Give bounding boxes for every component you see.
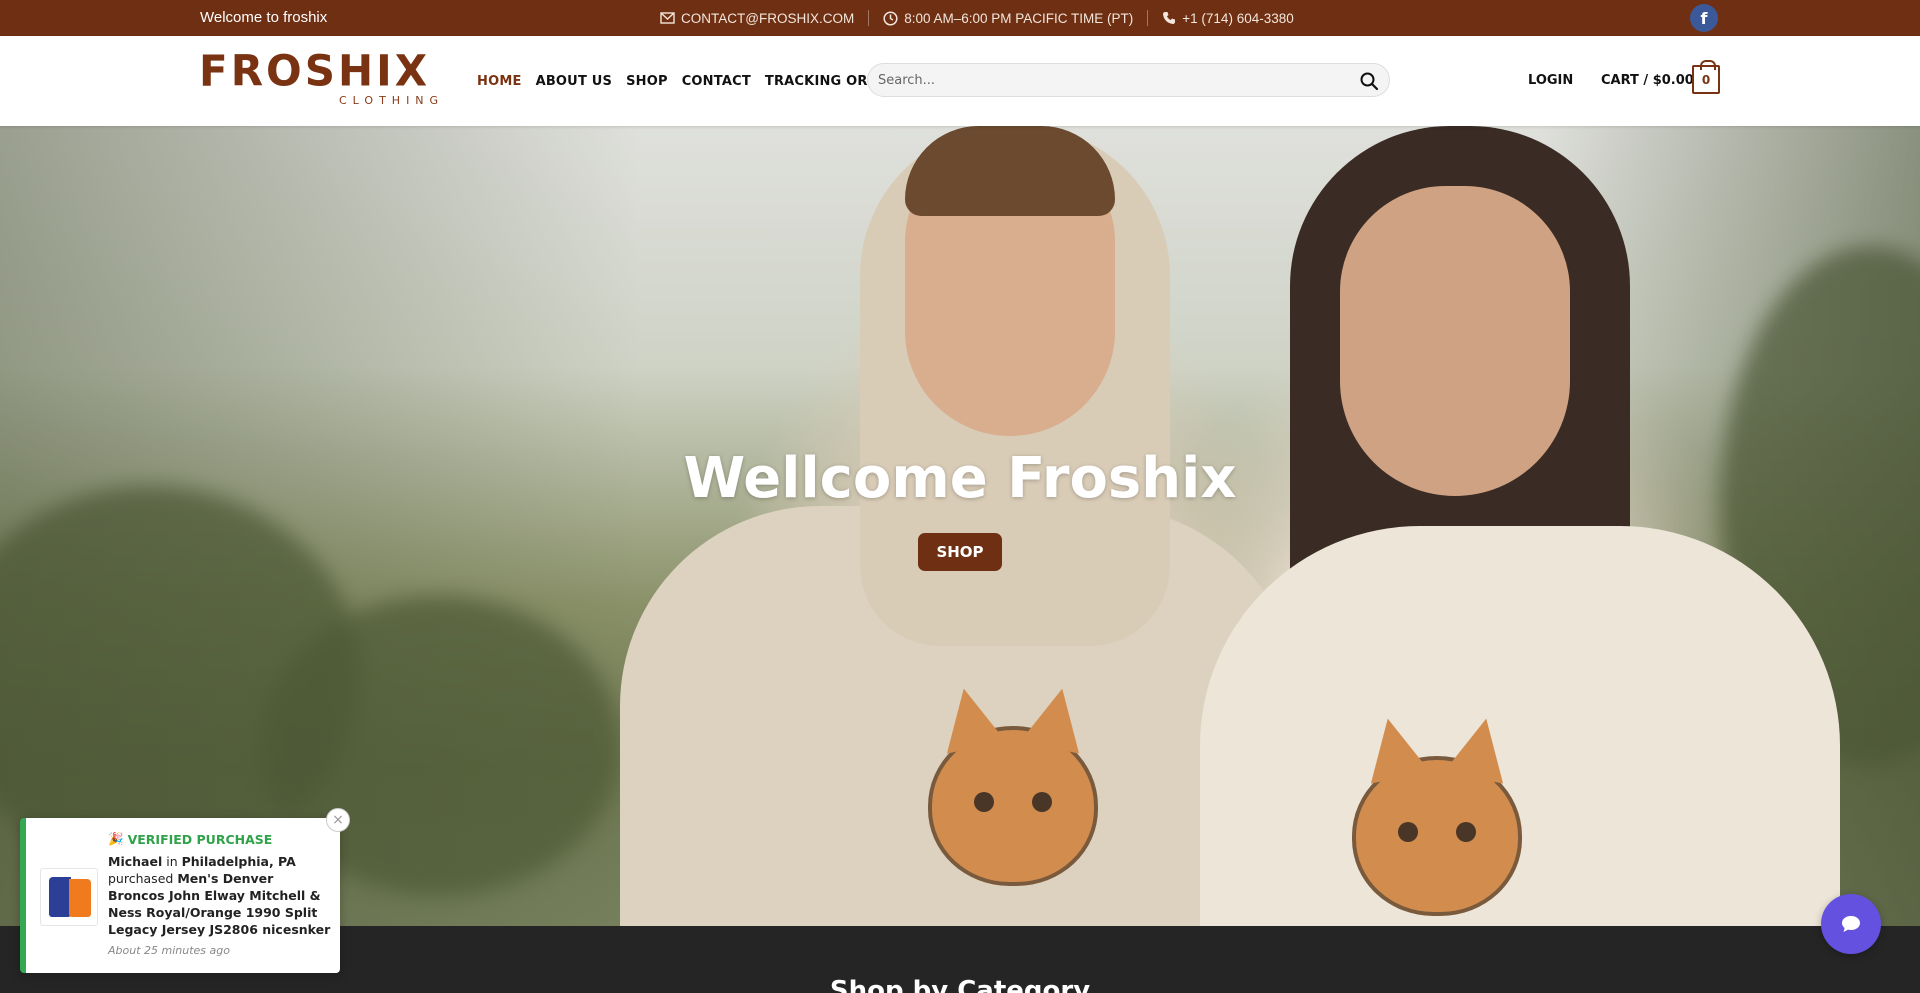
- tshirt-body: [1200, 526, 1840, 926]
- buyer-name: Michael: [108, 854, 163, 869]
- shop-button[interactable]: SHOP: [918, 533, 1002, 571]
- section-heading: Shop by Category: [829, 976, 1091, 993]
- purchase-notification[interactable]: 🎉 VERIFIED PURCHASE Michael in Philadelp…: [20, 818, 340, 973]
- chat-button[interactable]: [1821, 894, 1881, 954]
- close-icon[interactable]: ×: [326, 808, 350, 832]
- divider: [868, 10, 870, 26]
- cat-print-icon: [928, 726, 1098, 886]
- mail-icon: [660, 12, 675, 24]
- logo-text: FROSHIX: [199, 45, 431, 96]
- jersey-right-half: [69, 879, 91, 917]
- email-text: CONTACT@FROSHIX.COM: [681, 10, 855, 26]
- search-bar: [867, 63, 1390, 97]
- purchased-word: purchased: [108, 871, 174, 886]
- chat-bubble-icon: [1842, 916, 1860, 932]
- contact-info: CONTACT@FROSHIX.COM 8:00 AM–6:00 PM PACI…: [660, 0, 1294, 36]
- verified-label: VERIFIED PURCHASE: [127, 831, 273, 847]
- main-header: FROSHIX CLOTHING HOME ABOUT US SHOP CONT…: [0, 36, 1920, 126]
- product-thumbnail[interactable]: [40, 868, 98, 926]
- person-hair: [905, 126, 1115, 216]
- clock-icon: [883, 10, 898, 26]
- facebook-icon[interactable]: f: [1690, 4, 1718, 32]
- hero-banner: [0, 126, 1920, 926]
- nav-shop[interactable]: SHOP: [626, 74, 668, 89]
- main-nav: HOME ABOUT US SHOP CONTACT TRACKING ORDE…: [477, 36, 898, 126]
- in-word: in: [166, 854, 178, 869]
- login-link[interactable]: LOGIN: [1528, 73, 1573, 88]
- email-link[interactable]: CONTACT@FROSHIX.COM: [660, 11, 854, 26]
- search-input[interactable]: [878, 64, 1348, 96]
- divider: [1147, 10, 1149, 26]
- purchase-message: Michael in Philadelphia, PA purchased Me…: [108, 853, 333, 938]
- nav-contact[interactable]: CONTACT: [682, 74, 751, 89]
- welcome-text: Welcome to froshix: [200, 9, 328, 26]
- party-icon: 🎉: [108, 831, 124, 846]
- phone-text: +1 (714) 604-3380: [1182, 10, 1294, 26]
- cart-count-badge[interactable]: 0: [1692, 60, 1720, 94]
- hours-text: 8:00 AM–6:00 PM PACIFIC TIME (PT): [904, 10, 1134, 26]
- hero-title: Wellcome Froshix: [683, 446, 1237, 511]
- logo-subtext: CLOTHING: [339, 94, 445, 107]
- logo[interactable]: FROSHIX CLOTHING: [199, 45, 449, 110]
- cart-link[interactable]: CART / $0.00: [1601, 73, 1694, 88]
- phone-icon: [1163, 12, 1176, 24]
- nav-about-us[interactable]: ABOUT US: [536, 74, 613, 89]
- search-icon[interactable]: [1359, 71, 1379, 91]
- purchase-time: About 25 minutes ago: [108, 944, 230, 957]
- phone-link[interactable]: +1 (714) 604-3380: [1162, 10, 1294, 26]
- buyer-location: Philadelphia, PA: [181, 854, 296, 869]
- hours-info: 8:00 AM–6:00 PM PACIFIC TIME (PT): [883, 11, 1133, 26]
- verified-badge: 🎉 VERIFIED PURCHASE: [108, 831, 272, 847]
- nav-home[interactable]: HOME: [477, 74, 522, 89]
- cat-print-icon: [1352, 756, 1522, 916]
- top-bar: Welcome to froshix CONTACT@FROSHIX.COM 8…: [0, 0, 1920, 36]
- jersey-left-half: [49, 877, 71, 917]
- hero-shade-left: [0, 126, 640, 926]
